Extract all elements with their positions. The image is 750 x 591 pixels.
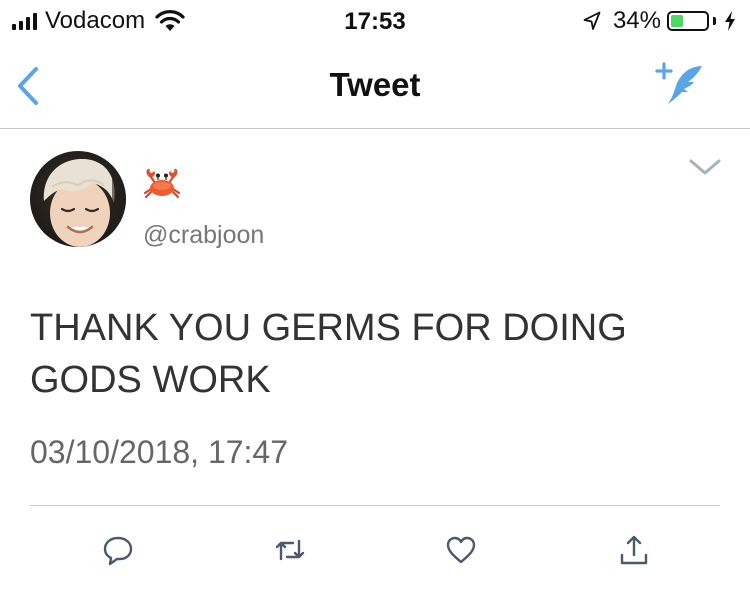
heart-icon <box>446 536 476 564</box>
tweet-text: THANK YOU GERMS FOR DOING GODS WORK <box>30 307 627 401</box>
avatar[interactable] <box>30 151 126 247</box>
like-button[interactable] <box>439 528 483 572</box>
reply-button[interactable] <box>96 528 140 572</box>
user-handle[interactable]: @crabjoon <box>143 221 264 250</box>
chevron-down-icon[interactable] <box>688 157 722 177</box>
display-name[interactable] <box>143 161 181 201</box>
battery-tip <box>713 17 716 25</box>
share-button[interactable] <box>612 528 656 572</box>
battery-icon <box>667 11 709 31</box>
crab-emoji-icon <box>143 168 181 198</box>
retweet-icon <box>275 539 305 561</box>
tweet-timestamp: 03/10/2018, 17:47 <box>30 434 289 470</box>
charging-bolt-icon <box>725 11 735 31</box>
status-bar: Vodacom 17:53 34% <box>0 0 750 44</box>
divider <box>30 505 720 506</box>
tweet-actions <box>0 520 750 580</box>
retweet-button[interactable] <box>268 528 312 572</box>
battery-level-fill <box>671 15 683 27</box>
page-title: Tweet <box>329 66 421 103</box>
compose-tweet-icon[interactable] <box>654 60 706 108</box>
share-icon <box>620 535 648 565</box>
status-bar-right: 34% <box>583 6 736 36</box>
reply-icon <box>103 536 133 566</box>
avatar-image <box>30 151 126 247</box>
battery-percent: 34% <box>612 7 661 34</box>
location-arrow-icon <box>583 11 601 30</box>
tweet-header: @crabjoon <box>0 129 750 259</box>
navigation-bar: Tweet <box>0 44 750 129</box>
